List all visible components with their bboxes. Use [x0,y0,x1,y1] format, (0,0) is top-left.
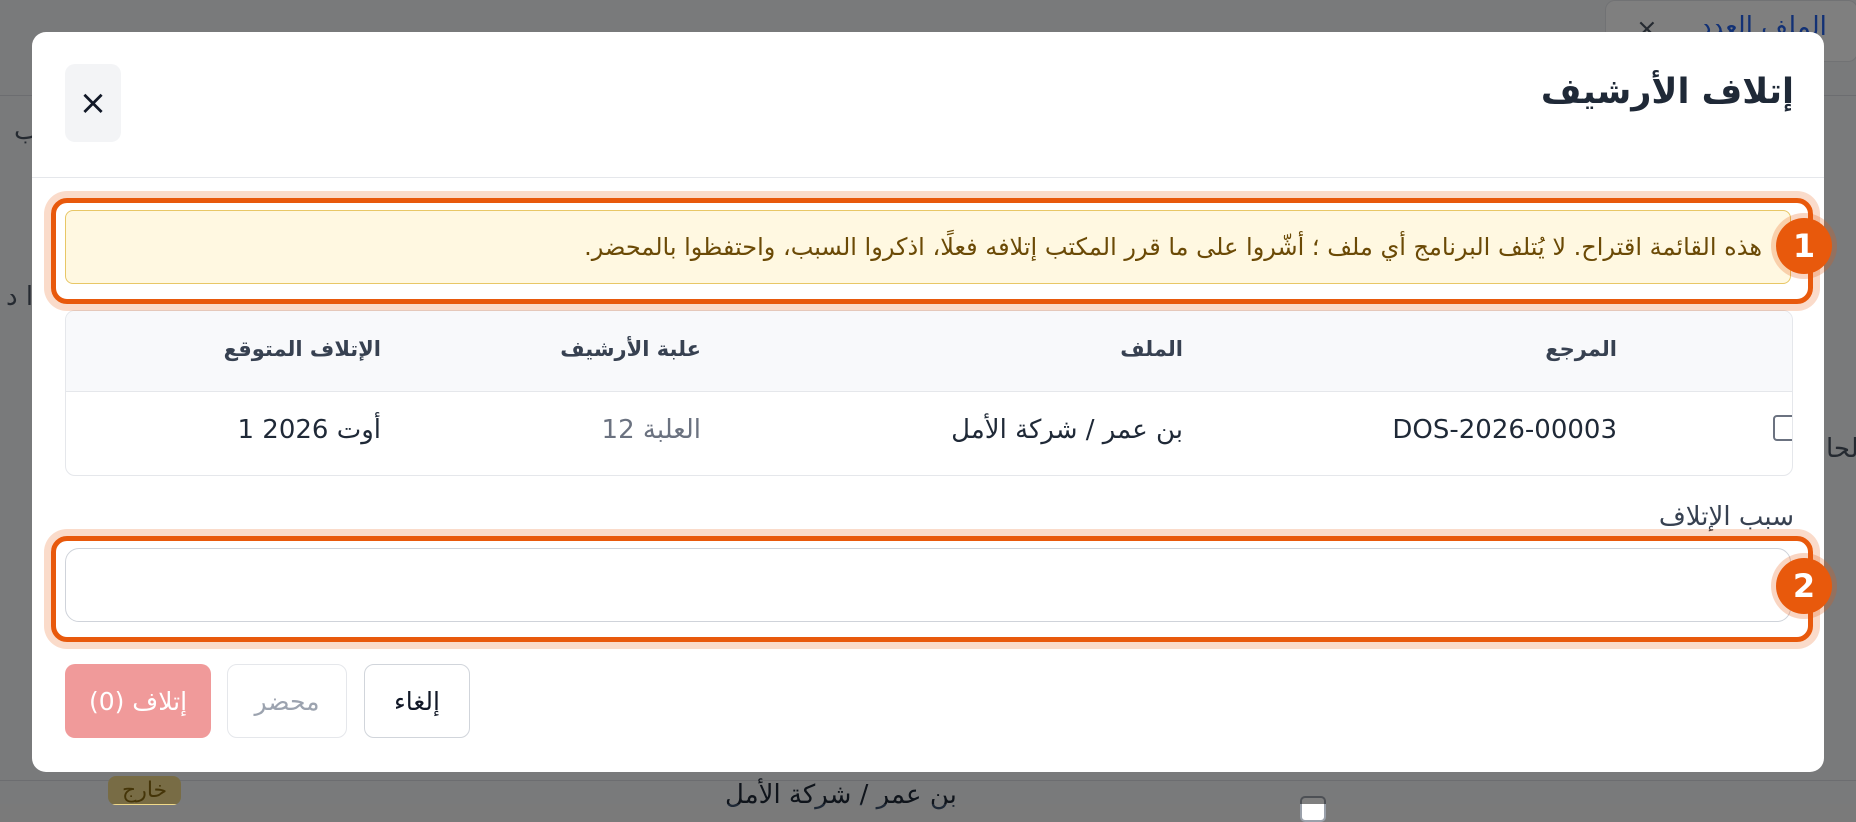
cell-file: بن عمر / شركة الأمل [951,415,1183,445]
close-icon: × [78,83,108,123]
column-header-expected-destruction: الإتلاف المتوقع [223,337,381,361]
dialog-title: إتلاف الأرشيف [1540,72,1794,112]
cell-expected-destruction: أوت 2026 1 [237,415,381,445]
annotation-marker-1: 1 [1776,218,1832,274]
close-button[interactable]: × [65,64,121,142]
highlight-frame-1 [51,198,1813,304]
cell-archive-box: العلبة 12 [601,415,701,445]
column-header-reference: المرجع [1545,337,1617,361]
column-header-archive-box: علبة الأرشيف [560,337,701,361]
annotation-marker-2: 2 [1776,558,1832,614]
record-button[interactable]: محضر [227,664,347,738]
reason-label: سبب الإتلاف [1658,502,1794,532]
destroy-button[interactable]: إتلاف (0) [65,664,211,738]
dialog-header: إتلاف الأرشيف × [32,32,1824,178]
row-checkbox[interactable] [1773,415,1792,441]
cell-reference: DOS-2026-00003 [1392,415,1617,445]
files-table: المرجع الملف علبة الأرشيف الإتلاف المتوق… [65,310,1793,476]
column-header-file: الملف [1120,337,1183,361]
destroy-archive-dialog: إتلاف الأرشيف × هذه القائمة اقتراح. لا ي… [32,32,1824,772]
table-header: المرجع الملف علبة الأرشيف الإتلاف المتوق… [66,311,1792,392]
highlight-frame-2 [51,536,1813,642]
cancel-button[interactable]: إلغاء [364,664,470,738]
